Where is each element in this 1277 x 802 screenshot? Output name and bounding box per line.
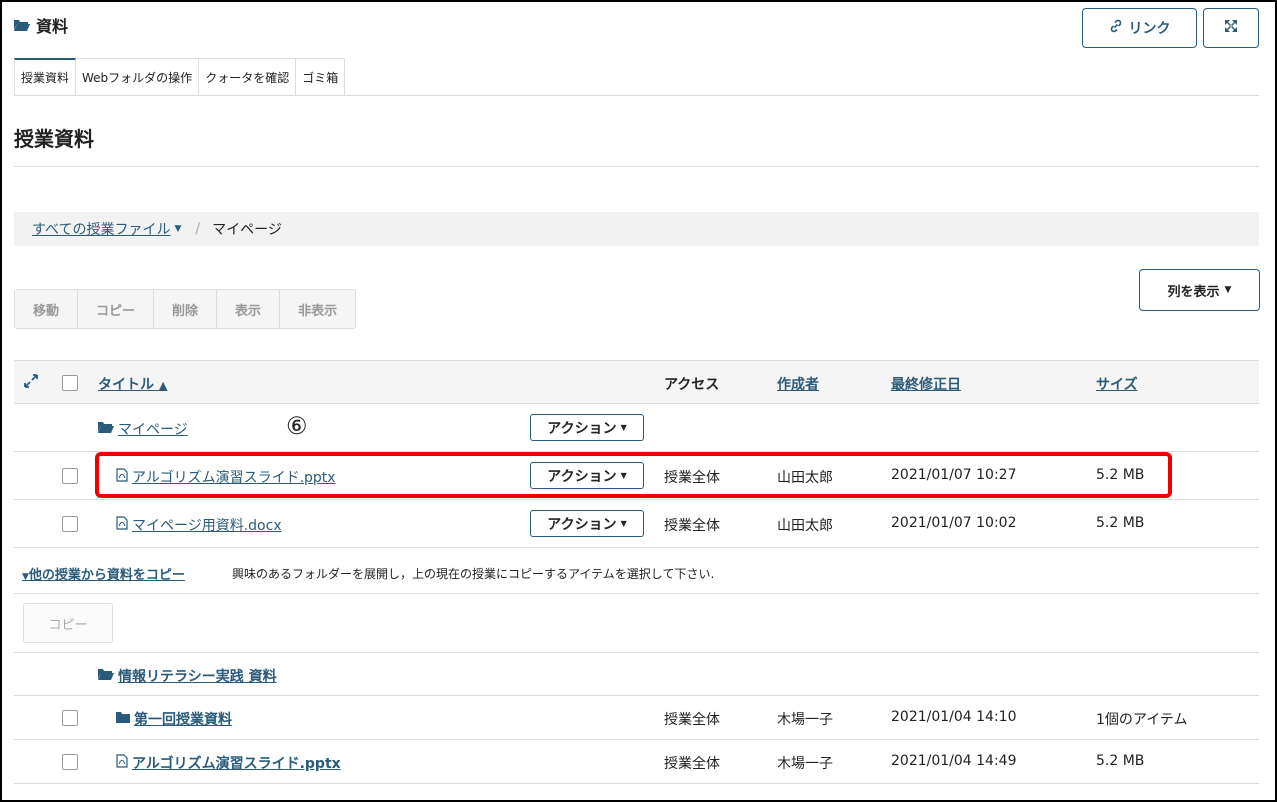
link-button[interactable]: リンク	[1082, 8, 1197, 48]
header-access: アクセス	[664, 377, 720, 393]
tab-quota[interactable]: クォータを確認	[199, 58, 297, 96]
chevron-down-icon: ▼	[620, 519, 627, 528]
course-folder-row: 情報リテラシー実践 資料	[14, 652, 1259, 696]
link-label: リンク	[1128, 21, 1171, 37]
copy-from-course-section: ▼他の授業から資料をコピー 興味のあるフォルダーを展開し，上の現在の授業にコピー…	[14, 550, 1259, 594]
header-size[interactable]: サイズ	[1096, 374, 1138, 394]
tab-webfolder[interactable]: Webフォルダの操作	[76, 58, 200, 96]
table-row: マイページ用資料.docx アクション ▼ 授業全体 山田太郎 2021/01/0…	[14, 500, 1259, 548]
copy-button[interactable]: コピー	[78, 290, 155, 328]
chevron-down-icon: ▼	[22, 572, 29, 582]
tab-course-materials[interactable]: 授業資料	[14, 58, 77, 96]
row-checkbox[interactable]	[62, 754, 78, 770]
title-divider	[14, 166, 1259, 167]
size-cell: 5.2 MB	[1096, 515, 1145, 531]
author-cell: 木場一子	[777, 712, 833, 728]
action-dropdown[interactable]: アクション ▼	[530, 510, 644, 537]
header-title[interactable]: タイトル ▲	[98, 374, 167, 394]
folder-open-icon	[98, 421, 114, 437]
chevron-down-icon[interactable]: ▼	[174, 224, 181, 234]
file-link[interactable]: アルゴリズム演習スライド.pptx	[116, 753, 341, 773]
folder-link[interactable]: 第一回授業資料	[116, 709, 232, 729]
action-label: アクション	[547, 420, 617, 437]
link-icon	[1109, 19, 1123, 37]
sort-asc-icon: ▲	[158, 379, 168, 392]
folder-title: 第一回授業資料	[134, 712, 232, 728]
row-checkbox[interactable]	[62, 516, 78, 532]
move-button[interactable]: 移動	[15, 290, 79, 328]
show-button[interactable]: 表示	[217, 290, 281, 328]
maximize-button[interactable]	[1203, 8, 1259, 48]
pdf-file-icon	[116, 754, 128, 772]
expand-all-icon[interactable]	[24, 374, 38, 392]
select-all-checkbox[interactable]	[62, 375, 78, 391]
copy-toggle-label: 他の授業から資料をコピー	[28, 568, 185, 583]
table-row: マイページ アクション ▼	[14, 404, 1259, 452]
show-columns-label: 列を表示	[1167, 284, 1220, 300]
table-row: 第一回授業資料 授業全体 木場一子 2021/01/04 14:10 1個のアイ…	[14, 696, 1259, 740]
folder-open-icon	[14, 19, 30, 31]
header-author[interactable]: 作成者	[777, 374, 819, 394]
author-cell: 山田太郎	[777, 518, 833, 534]
copy-description: 興味のあるフォルダーを展開し，上の現在の授業にコピーするアイテムを選択して下さい…	[232, 567, 715, 581]
breadcrumb-separator: /	[195, 221, 201, 237]
breadcrumb-root[interactable]: すべての授業ファイル	[32, 219, 170, 239]
bulk-action-group: 移動 コピー 削除 表示 非表示	[14, 289, 357, 329]
hide-button[interactable]: 非表示	[280, 290, 356, 328]
modified-cell: 2021/01/04 14:49	[891, 753, 1017, 769]
row-checkbox[interactable]	[62, 710, 78, 726]
row-checkbox[interactable]	[62, 468, 78, 484]
access-cell: 授業全体	[664, 518, 720, 534]
delete-button[interactable]: 削除	[154, 290, 218, 328]
folder-icon	[116, 711, 130, 727]
course-folder-link[interactable]: 情報リテラシー実践 資料	[98, 666, 277, 686]
header-modified[interactable]: 最終修正日	[891, 374, 961, 394]
pdf-file-icon	[116, 516, 128, 534]
action-label: アクション	[547, 516, 617, 533]
file-title: マイページ用資料.docx	[132, 518, 282, 534]
page-title: 授業資料	[14, 127, 94, 151]
folder-link[interactable]: マイページ	[98, 419, 188, 439]
breadcrumb-current: マイページ	[212, 222, 282, 238]
expand-icon	[1223, 18, 1239, 38]
access-cell: 授業全体	[664, 756, 720, 772]
copy-from-course-toggle[interactable]: ▼他の授業から資料をコピー	[22, 564, 185, 583]
tool-title: 資料	[36, 17, 69, 36]
access-cell: 授業全体	[664, 712, 720, 728]
action-dropdown[interactable]: アクション ▼	[530, 414, 644, 441]
size-cell: 5.2 MB	[1096, 753, 1145, 769]
file-title: アルゴリズム演習スライド.pptx	[132, 756, 341, 772]
show-columns-button[interactable]: 列を表示 ▼	[1139, 269, 1260, 311]
modified-cell: 2021/01/04 14:10	[891, 709, 1017, 725]
file-link[interactable]: マイページ用資料.docx	[116, 515, 282, 535]
course-folder-title: 情報リテラシー実践 資料	[118, 669, 277, 685]
folder-title: マイページ	[118, 422, 188, 438]
table-row: アルゴリズム演習スライド.pptx 授業全体 木場一子 2021/01/04 1…	[14, 740, 1259, 784]
breadcrumb: すべての授業ファイル ▼ / マイページ	[14, 212, 1259, 246]
table-header: タイトル ▲ アクセス 作成者 最終修正日 サイズ	[14, 360, 1259, 404]
tab-trash[interactable]: ゴミ箱	[296, 58, 346, 96]
modified-cell: 2021/01/07 10:02	[891, 515, 1017, 531]
tab-bar: 授業資料 Webフォルダの操作 クォータを確認 ゴミ箱	[14, 58, 346, 96]
chevron-down-icon: ▼	[1224, 285, 1232, 295]
step-number-label: ⑥	[286, 412, 308, 440]
chevron-down-icon: ▼	[620, 423, 627, 432]
size-cell: 1個のアイテム	[1096, 712, 1188, 728]
tool-header: 資料	[14, 13, 68, 37]
tab-divider	[14, 95, 1259, 96]
header-title-label: タイトル	[98, 377, 154, 393]
copy-button-disabled[interactable]: コピー	[23, 603, 113, 643]
folder-open-icon	[98, 668, 114, 684]
highlight-box	[95, 452, 1172, 498]
author-cell: 木場一子	[777, 756, 833, 772]
